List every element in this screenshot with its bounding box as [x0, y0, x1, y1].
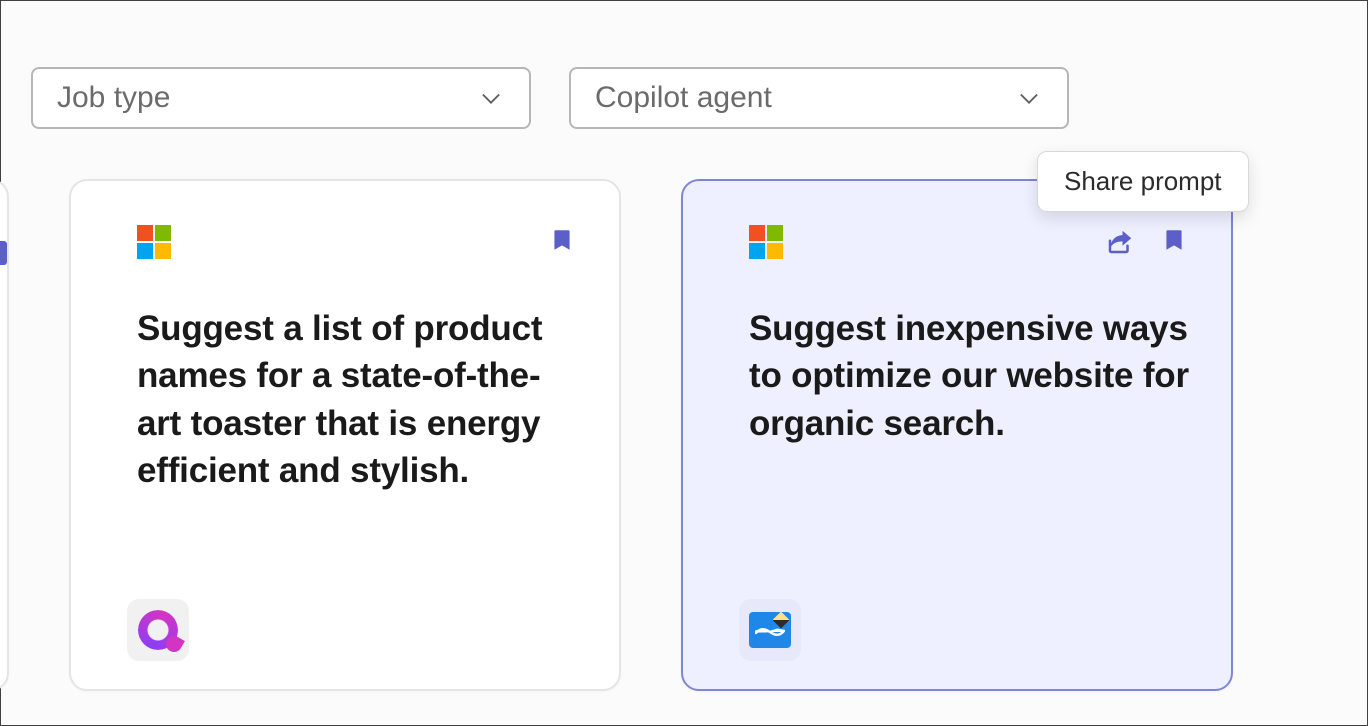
job-type-label: Job type	[57, 81, 170, 115]
card-accent	[0, 241, 7, 265]
chevron-down-icon	[477, 84, 505, 112]
share-prompt-tooltip: Share prompt	[1037, 151, 1249, 212]
prompt-text: Suggest a list of product names for a st…	[137, 305, 577, 494]
prompt-text: Suggest inexpensive ways to optimize our…	[749, 305, 1189, 447]
card-actions	[1105, 225, 1189, 259]
filter-row: Job type Copilot agent	[31, 67, 1069, 129]
app-badge	[739, 599, 801, 661]
prompt-cards-row: Suggest a list of product names for a st…	[0, 179, 1233, 691]
prompt-card[interactable]: Suggest inexpensive ways to optimize our…	[681, 179, 1233, 691]
prompt-card[interactable]: Suggest a list of product names for a st…	[69, 179, 621, 691]
microsoft-logo-icon	[137, 225, 171, 259]
bookmark-icon[interactable]	[1161, 225, 1189, 259]
card-header	[749, 225, 1189, 269]
job-type-dropdown[interactable]: Job type	[31, 67, 531, 129]
share-icon[interactable]	[1105, 227, 1135, 257]
card-actions	[549, 225, 577, 259]
microsoft-logo-icon	[749, 225, 783, 259]
prompt-card-prev[interactable]	[0, 179, 9, 691]
bookmark-icon[interactable]	[549, 225, 577, 259]
app-badge	[127, 599, 189, 661]
loop-icon	[138, 610, 178, 650]
whiteboard-icon	[749, 612, 791, 648]
copilot-agent-dropdown[interactable]: Copilot agent	[569, 67, 1069, 129]
card-header	[137, 225, 577, 269]
copilot-agent-label: Copilot agent	[595, 81, 772, 115]
tooltip-text: Share prompt	[1064, 166, 1222, 196]
chevron-down-icon	[1015, 84, 1043, 112]
